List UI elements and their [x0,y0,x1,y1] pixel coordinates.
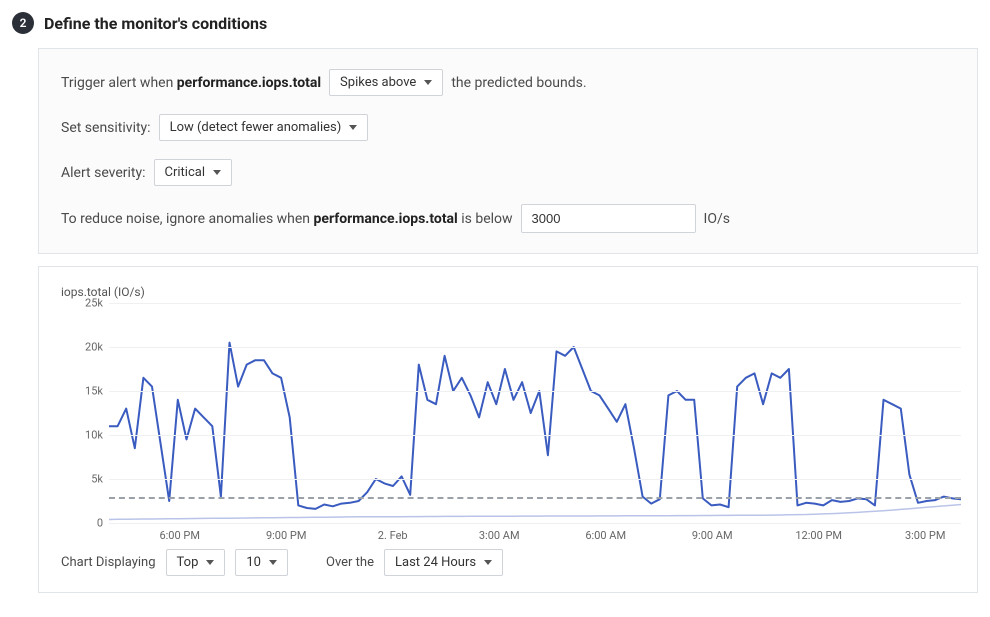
spikes-dropdown[interactable]: Spikes above [329,69,443,96]
y-tick-label: 25k [85,297,103,310]
count-dropdown[interactable]: 10 [235,549,288,576]
x-tick-label: 6:00 PM [159,529,199,542]
caret-down-icon [269,560,277,565]
x-tick-label: 9:00 AM [692,529,733,542]
section-header: 2 Define the monitor's conditions [12,12,978,34]
y-tick-label: 0 [97,517,103,530]
caret-down-icon [484,560,492,565]
series-main [109,343,961,509]
x-tick-label: 3:00 AM [479,529,520,542]
plot-area [109,303,961,523]
x-tick-label: 12:00 PM [795,529,842,542]
severity-label: Alert severity: [61,165,146,181]
gridline [109,479,961,480]
count-dropdown-label: 10 [246,555,261,570]
step-badge: 2 [12,12,34,34]
y-tick-label: 20k [85,341,103,354]
x-tick-label: 9:00 PM [266,529,306,542]
chart-controls: Chart Displaying Top 10 Over the Last 24… [61,549,955,576]
range-dropdown-label: Last 24 Hours [395,555,476,570]
sensitivity-label: Set sensitivity: [61,120,151,136]
threshold-line [109,497,961,499]
severity-dropdown[interactable]: Critical [154,159,232,186]
y-tick-label: 10k [85,429,103,442]
gridline [109,347,961,348]
x-tick-label: 2. Feb [378,529,408,542]
sensitivity-dropdown[interactable]: Low (detect fewer anomalies) [159,114,369,141]
severity-row: Alert severity: Critical [61,159,955,186]
trigger-post-text: the predicted bounds. [451,75,586,91]
gridline [109,391,961,392]
caret-down-icon [349,125,357,130]
noise-metric: performance.iops.total [314,211,458,227]
y-tick-label: 5k [91,473,103,486]
series-baseline [109,505,961,520]
threshold-input[interactable] [521,204,696,233]
series-svg [109,303,961,523]
x-tick-label: 3:00 PM [905,529,945,542]
noise-row: To reduce noise, ignore anomalies when p… [61,204,955,233]
top-dropdown[interactable]: Top [166,549,226,576]
trigger-row: Trigger alert when performance.iops.tota… [61,69,955,96]
gridline [109,523,961,524]
section-title: Define the monitor's conditions [44,14,267,33]
sensitivity-dropdown-label: Low (detect fewer anomalies) [170,120,342,135]
threshold-unit: IO/s [704,211,730,227]
gridline [109,303,961,304]
gridline [109,435,961,436]
over-label: Over the [326,555,374,570]
range-dropdown[interactable]: Last 24 Hours [384,549,503,576]
caret-down-icon [213,170,221,175]
trigger-pre-text: Trigger alert when performance.iops.tota… [61,75,321,91]
caret-down-icon [206,560,214,565]
chart-panel: iops.total (IO/s) 0 5k 10k 15k 20k 25k 6:00 PM… [38,266,978,593]
x-tick-label: 6:00 AM [585,529,626,542]
spikes-dropdown-label: Spikes above [340,75,416,90]
trigger-metric: performance.iops.total [177,75,321,91]
conditions-panel: Trigger alert when performance.iops.tota… [38,48,978,254]
caret-down-icon [424,80,432,85]
sensitivity-row: Set sensitivity: Low (detect fewer anoma… [61,114,955,141]
chart-area: 05k10k15k20k25k6:00 PM9:00 PM2. Feb3:00 … [61,303,961,523]
top-dropdown-label: Top [177,555,199,570]
y-tick-label: 15k [85,385,103,398]
severity-dropdown-label: Critical [165,165,205,180]
chart-axis-title: iops.total (IO/s) [61,285,955,299]
displaying-label: Chart Displaying [61,555,156,570]
noise-pre-text: To reduce noise, ignore anomalies when p… [61,211,513,227]
